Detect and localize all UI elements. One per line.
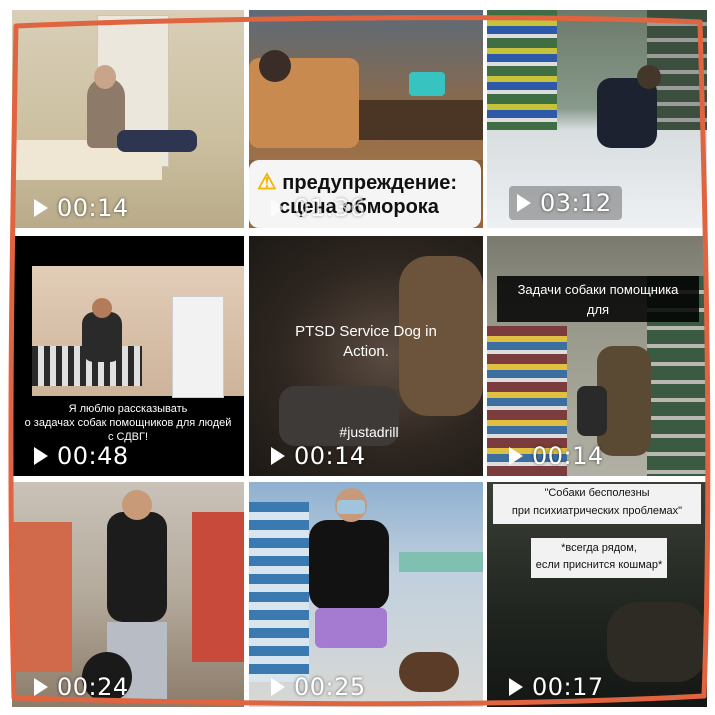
duration-label: 00:24 — [34, 673, 129, 701]
video-tile-3[interactable]: 03:12 — [487, 10, 707, 228]
video-grid: 00:14 ⚠ предупреждение: сцена обморока 0… — [0, 0, 715, 715]
video-title: PTSD Service Dog in Action. — [295, 323, 437, 360]
duration-label: 00:14 — [509, 442, 604, 470]
play-icon — [34, 199, 48, 217]
hashtag: #justadrill — [339, 424, 399, 440]
video-tile-5[interactable]: PTSD Service Dog in Action. #justadrill … — [249, 236, 483, 476]
play-icon — [517, 194, 531, 212]
caption: Я люблю рассказывать о задачах собак пом… — [24, 403, 232, 443]
play-icon — [509, 447, 523, 465]
duration-label: 00:48 — [34, 442, 129, 470]
play-icon — [34, 678, 48, 696]
warning-icon: ⚠ — [257, 169, 277, 194]
video-tile-6[interactable]: Задачи собаки помощника для 00:14 — [487, 236, 707, 476]
video-tile-1[interactable]: 00:14 — [12, 10, 244, 228]
warning-title: предупреждение: — [282, 172, 458, 194]
duration-label: 00:25 — [271, 673, 366, 701]
play-icon — [271, 678, 285, 696]
quote-bottom: *всегда рядом, если приснится кошмар* — [535, 542, 663, 571]
duration-label: 01:36 — [271, 194, 366, 222]
duration-label: 00:17 — [509, 673, 604, 701]
play-icon — [34, 447, 48, 465]
play-icon — [271, 447, 285, 465]
play-icon — [509, 678, 523, 696]
caption: Задачи собаки помощника для — [517, 282, 679, 317]
quote-top: "Собаки бесполезны при психиатрических п… — [511, 487, 683, 517]
play-icon — [271, 199, 285, 217]
video-tile-7[interactable]: 00:24 — [12, 482, 244, 707]
duration-label: 03:12 — [509, 186, 622, 220]
video-tile-4[interactable]: Я люблю рассказывать о задачах собак пом… — [12, 236, 244, 476]
duration-label: 00:14 — [271, 442, 366, 470]
video-tile-8[interactable]: 00:25 — [249, 482, 483, 707]
video-tile-9[interactable]: "Собаки бесполезны при психиатрических п… — [487, 482, 707, 707]
duration-label: 00:14 — [34, 194, 129, 222]
video-tile-2[interactable]: ⚠ предупреждение: сцена обморока 01:36 — [249, 10, 483, 228]
